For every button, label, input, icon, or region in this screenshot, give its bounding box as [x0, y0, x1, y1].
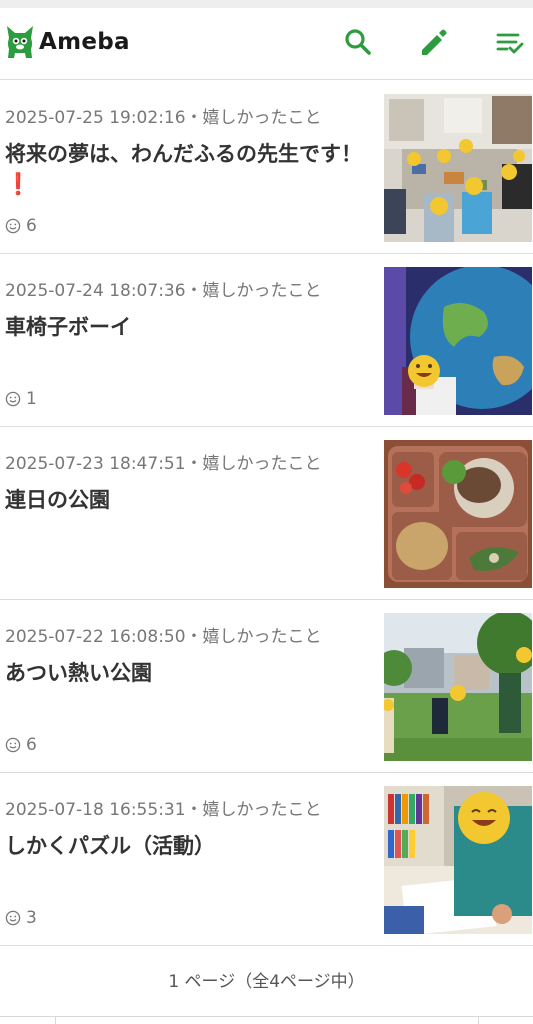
like-count[interactable]: 1	[5, 389, 37, 409]
blog-entry[interactable]: 2025-07-24 18:07:36・嬉しかったこと 車椅子ボーイ 1	[0, 254, 533, 427]
pagination-label: 1 ページ（全4ページ中）	[168, 972, 365, 992]
like-count-value: 6	[26, 735, 37, 755]
blog-entry[interactable]: 2025-07-23 18:47:51・嬉しかったこと 連日の公園	[0, 427, 533, 600]
entry-meta: 2025-07-22 16:08:50・嬉しかったこと	[5, 627, 322, 647]
bottom-nav-bar	[0, 1016, 533, 1024]
blog-entry[interactable]: 2025-07-25 19:02:16・嬉しかったこと 将来の夢は、わんだふるの…	[0, 81, 533, 254]
like-count-value: 3	[26, 908, 37, 928]
entry-thumbnail-puzzle[interactable]	[384, 786, 532, 934]
smiley-icon	[5, 391, 21, 407]
entry-thumbnail-classroom[interactable]	[384, 94, 532, 242]
app-header: Ameba	[0, 8, 533, 80]
entry-title[interactable]: 連日の公園	[5, 485, 370, 515]
like-count[interactable]: 3	[5, 908, 37, 928]
logo-text: Ameba	[39, 29, 130, 55]
like-count-value: 6	[26, 216, 37, 236]
entry-meta: 2025-07-24 18:07:36・嬉しかったこと	[5, 281, 322, 301]
ameba-mascot-icon	[7, 26, 33, 58]
smiley-icon	[5, 910, 21, 926]
entry-meta: 2025-07-25 19:02:16・嬉しかったこと	[5, 108, 322, 128]
smiley-icon	[5, 218, 21, 234]
entry-title[interactable]: 車椅子ボーイ	[5, 312, 370, 342]
checklist-icon[interactable]	[494, 26, 526, 58]
pencil-icon[interactable]	[418, 26, 450, 58]
ameba-logo[interactable]: Ameba	[5, 22, 130, 62]
entry-title[interactable]: しかくパズル（活動）	[5, 831, 370, 861]
smiley-icon	[5, 737, 21, 753]
entry-thumbnail-park[interactable]	[384, 613, 532, 761]
top-strip	[0, 0, 533, 8]
entry-meta: 2025-07-23 18:47:51・嬉しかったこと	[5, 454, 322, 474]
entry-thumbnail-lunch[interactable]	[384, 440, 532, 588]
entry-meta: 2025-07-18 16:55:31・嬉しかったこと	[5, 800, 322, 820]
entry-title[interactable]: あつい熱い公園	[5, 658, 370, 688]
blog-entry[interactable]: 2025-07-18 16:55:31・嬉しかったこと しかくパズル（活動） 3	[0, 773, 533, 946]
entry-thumbnail-globe[interactable]	[384, 267, 532, 415]
like-count[interactable]: 6	[5, 216, 37, 236]
like-count[interactable]: 6	[5, 735, 37, 755]
entry-title[interactable]: 将来の夢は、わんだふるの先生です！❗	[5, 139, 370, 199]
like-count-value: 1	[26, 389, 37, 409]
search-icon[interactable]	[342, 26, 374, 58]
blog-entry[interactable]: 2025-07-22 16:08:50・嬉しかったこと あつい熱い公園 6	[0, 600, 533, 773]
